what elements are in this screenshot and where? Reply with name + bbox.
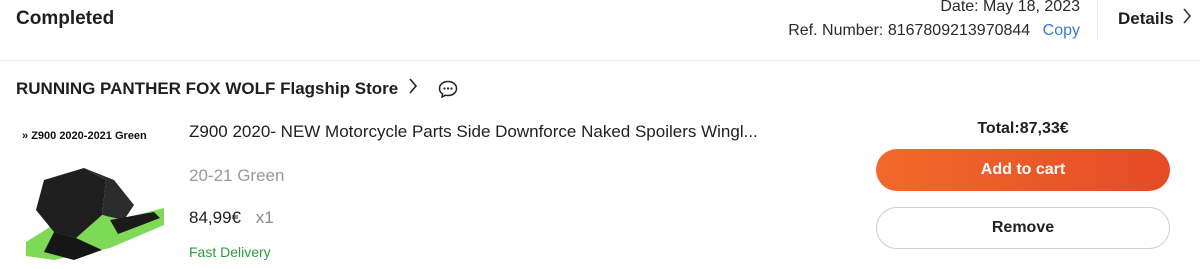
ref-number: 8167809213970844 (887, 22, 1031, 39)
chat-bubble-icon[interactable] (438, 80, 458, 98)
add-to-cart-button[interactable]: Add to cart (876, 149, 1170, 191)
order-ref: Ref. Number: 8167809213970844 Copy (788, 22, 1080, 40)
remove-button[interactable]: Remove (876, 207, 1170, 249)
order-date: Date: May 18, 2023 (940, 0, 1080, 15)
details-link[interactable]: Details (1118, 8, 1192, 29)
store-link[interactable]: RUNNING PANTHER FOX WOLF Flagship Store (16, 78, 458, 99)
product-price: 84,99€ (189, 208, 241, 227)
copy-link[interactable]: Copy (1043, 22, 1080, 39)
delivery-label: Fast Delivery (189, 244, 271, 260)
spoiler-graphic (26, 168, 164, 260)
chevron-right-icon (1182, 8, 1192, 29)
double-chevron-icon: » (22, 130, 29, 142)
order-total: Total:87,33€ (977, 120, 1069, 137)
store-name: RUNNING PANTHER FOX WOLF Flagship Store (16, 78, 399, 98)
chevron-right-icon (408, 78, 418, 99)
image-caption: » Z900 2020-2021 Green (22, 130, 147, 142)
product-title[interactable]: Z900 2020- NEW Motorcycle Parts Side Dow… (189, 122, 819, 142)
header-divider (1097, 0, 1098, 40)
section-divider (0, 60, 1200, 61)
product-quantity: x1 (255, 208, 274, 227)
ref-label: Ref. Number: (788, 22, 884, 39)
details-label: Details (1118, 8, 1174, 28)
product-variant: 20-21 Green (189, 166, 285, 185)
price-row: 84,99€ x1 (189, 208, 274, 228)
product-image[interactable]: » Z900 2020-2021 Green (14, 120, 180, 269)
order-status: Completed (16, 8, 115, 29)
